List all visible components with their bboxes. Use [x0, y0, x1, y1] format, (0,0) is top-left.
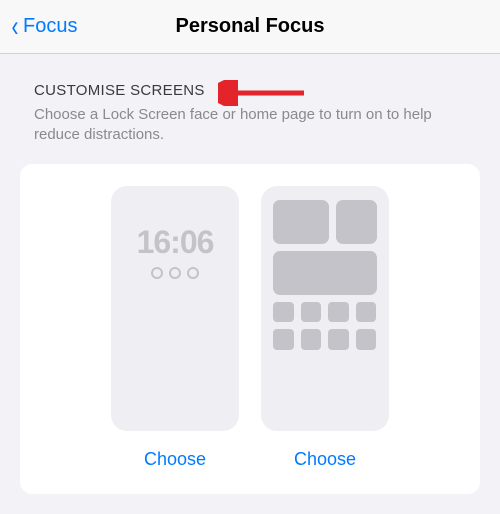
section-customise-screens: CUSTOMISE SCREENS Choose a Lock Screen f…: [0, 54, 500, 154]
page-title: Personal Focus: [176, 15, 325, 38]
choose-lock-screen-button[interactable]: Choose: [144, 449, 206, 470]
screens-row: 16:06 Choose: [38, 186, 462, 470]
home-screen-grid-icon: [261, 186, 389, 364]
section-subtitle: Choose a Lock Screen face or home page t…: [20, 105, 480, 146]
home-screen-preview[interactable]: [261, 186, 389, 431]
choose-home-screen-button[interactable]: Choose: [294, 449, 356, 470]
lock-screen-option: 16:06 Choose: [111, 186, 239, 470]
section-header: CUSTOMISE SCREENS: [20, 82, 480, 99]
chevron-left-icon: ‹: [12, 12, 19, 42]
home-screen-option: Choose: [261, 186, 389, 470]
screens-card: 16:06 Choose: [20, 164, 480, 494]
navigation-bar: ‹ Focus Personal Focus: [0, 0, 500, 54]
lock-screen-time: 16:06: [137, 224, 214, 261]
lock-screen-preview[interactable]: 16:06: [111, 186, 239, 431]
back-button[interactable]: ‹ Focus: [0, 12, 83, 42]
back-button-label: Focus: [23, 15, 77, 38]
lock-screen-widgets-icon: [151, 267, 199, 279]
